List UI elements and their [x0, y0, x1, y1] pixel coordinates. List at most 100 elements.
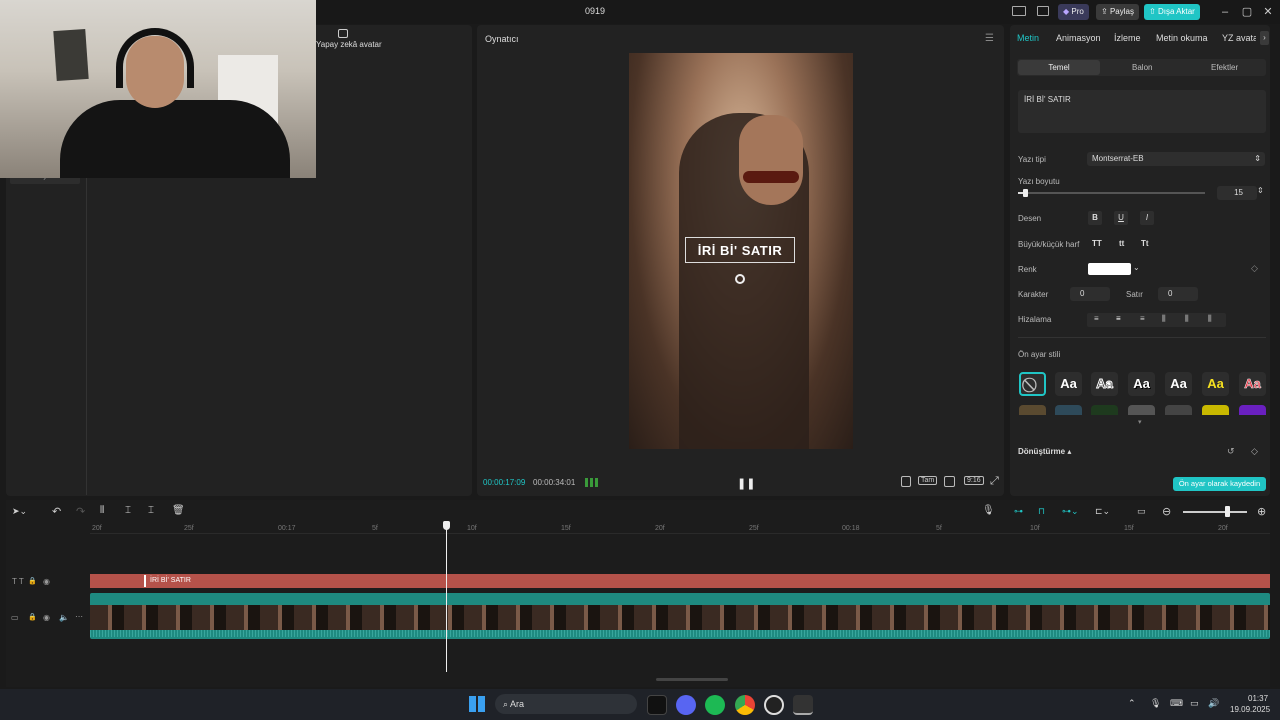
clock-time[interactable]: 01:37	[1248, 694, 1268, 703]
link-main-track-icon[interactable]: ⊶	[1014, 506, 1023, 517]
crop-icon[interactable]	[944, 476, 955, 487]
text-content-field[interactable]: İRİ Bİ' SATIR	[1018, 90, 1266, 133]
preset-2g[interactable]	[1239, 405, 1266, 415]
close-icon[interactable]: ✕	[1261, 5, 1275, 19]
uppercase-button[interactable]: TT	[1092, 239, 1102, 248]
split-icon[interactable]: ⫴	[100, 505, 104, 516]
redo-icon[interactable]: ↷	[76, 505, 85, 518]
select-tool-icon[interactable]: ➤⌄	[12, 506, 27, 517]
size-input[interactable]: 15	[1217, 186, 1257, 200]
italic-button[interactable]: I	[1140, 211, 1154, 225]
align-left-icon[interactable]: ≡	[1094, 314, 1099, 323]
lock-icon[interactable]: 🔒	[28, 577, 37, 585]
line-spacing-input[interactable]: 0	[1158, 287, 1198, 301]
tabs-next-icon[interactable]: ›	[1260, 31, 1269, 45]
preset-2c[interactable]	[1091, 405, 1118, 415]
align-center-icon[interactable]: ≡	[1116, 314, 1121, 323]
subtab-temel[interactable]: Temel	[1018, 60, 1100, 75]
share-button[interactable]: ⇪ Paylaş	[1096, 4, 1139, 20]
tab-izleme[interactable]: İzleme	[1114, 33, 1141, 43]
zoom-slider-track[interactable]	[1183, 511, 1247, 513]
fullscreen-icon[interactable]: ⤢	[990, 475, 999, 488]
underline-button[interactable]: U	[1114, 211, 1128, 225]
layout-icon[interactable]	[1012, 6, 1026, 16]
tray-keyboard-icon[interactable]: ⌨	[1170, 698, 1183, 709]
subtab-efektler[interactable]: Efektler	[1211, 63, 1238, 72]
preset-2e[interactable]	[1165, 405, 1192, 415]
video-preview[interactable]: İRİ Bİ' SATIR	[629, 53, 853, 449]
tab-animasyon[interactable]: Animasyon	[1056, 33, 1101, 43]
color-swatch[interactable]	[1088, 263, 1131, 275]
zoom-slider-handle[interactable]	[1225, 506, 1230, 517]
preset-2a[interactable]	[1019, 405, 1046, 415]
zoom-in-icon[interactable]: ⊕	[1257, 505, 1266, 518]
tray-wifi-icon[interactable]: ▭	[1190, 698, 1199, 709]
chrome-icon[interactable]	[735, 695, 755, 715]
preset-outline[interactable]: Aa	[1091, 372, 1118, 396]
align-vbottom-icon[interactable]: ⫼	[1208, 314, 1212, 324]
preset-shadow[interactable]: Aa	[1128, 372, 1155, 396]
save-preset-button[interactable]: Ön ayar olarak kaydedin	[1173, 477, 1266, 491]
text-overlay-box[interactable]: İRİ Bİ' SATIR	[685, 237, 795, 263]
undo-icon[interactable]: ↶	[52, 505, 61, 518]
size-stepper-icon[interactable]: ⇕	[1257, 186, 1264, 195]
delete-icon[interactable]: 🗑	[172, 505, 185, 516]
bold-button[interactable]: B	[1088, 211, 1102, 225]
video-lock-icon[interactable]: 🔒	[28, 613, 37, 621]
color-dropdown-icon[interactable]: ⌄	[1133, 263, 1140, 272]
font-select[interactable]: Montserrat-EB ⇕	[1087, 152, 1265, 166]
zoom-out-icon[interactable]: ⊖	[1162, 505, 1171, 518]
tab-metin-okuma[interactable]: Metin okuma	[1156, 33, 1208, 43]
minimize-icon[interactable]: –	[1218, 5, 1232, 19]
size-slider-handle[interactable]	[1023, 189, 1028, 197]
pause-button[interactable]: ❚❚	[737, 477, 755, 490]
preset-white[interactable]: Aa	[1055, 372, 1082, 396]
subtab-balon[interactable]: Balon	[1132, 63, 1152, 72]
spotify-icon[interactable]	[705, 695, 725, 715]
shortcut-icon[interactable]	[1037, 6, 1049, 16]
split-right-icon[interactable]: ⌶	[148, 505, 154, 516]
video-eye-icon[interactable]: ◉	[43, 613, 50, 622]
preset-2d[interactable]	[1128, 405, 1155, 415]
music-app-icon[interactable]	[647, 695, 667, 715]
transform-header[interactable]: Dönüştürme ▴	[1018, 447, 1071, 456]
windows-start-icon[interactable]	[469, 696, 485, 712]
preset-none[interactable]: ⃠	[1019, 372, 1046, 396]
playhead-line[interactable]	[446, 525, 447, 672]
timeline-ruler[interactable]	[90, 522, 1270, 534]
discord-icon[interactable]	[676, 695, 696, 715]
tab-yz-avatar[interactable]: YZ avata	[1222, 33, 1256, 43]
titlecase-button[interactable]: Tt	[1141, 239, 1149, 248]
ai-avatar-label[interactable]: Yapay zekâ avatar	[316, 40, 382, 49]
menu-icon[interactable]: ☰	[985, 33, 994, 44]
eye-icon[interactable]: ◉	[43, 577, 50, 586]
full-quality-button[interactable]: Tam	[918, 476, 938, 485]
preset-yellow[interactable]: Aa	[1202, 372, 1229, 396]
align-right-icon[interactable]: ≡	[1140, 314, 1145, 323]
timeline-scrollbar[interactable]	[656, 678, 728, 681]
preview-axis-icon[interactable]: ⊏⌄	[1095, 506, 1110, 517]
export-button[interactable]: ⇧ Dışa Aktar	[1144, 4, 1200, 20]
ai-avatar-icon[interactable]	[338, 29, 348, 38]
speaker-icon[interactable]: 🔈	[59, 613, 69, 622]
rotate-handle-icon[interactable]	[735, 274, 745, 284]
size-slider-track[interactable]	[1018, 192, 1205, 194]
microphone-icon[interactable]: 🎙	[982, 505, 995, 516]
keyframe-icon[interactable]: ◇	[1251, 263, 1258, 274]
tray-mic-icon[interactable]: 🎙	[1150, 698, 1161, 709]
align-vtop-icon[interactable]: ⫼	[1162, 314, 1166, 324]
tray-chevron-icon[interactable]: ⌃	[1128, 698, 1136, 709]
preset-2f[interactable]	[1202, 405, 1229, 415]
taskbar-search[interactable]: ⌕ Ara	[495, 694, 637, 714]
maximize-icon[interactable]: ▢	[1240, 5, 1254, 19]
pro-button[interactable]: ◆ Pro	[1058, 4, 1089, 20]
preset-red[interactable]: Aa	[1239, 372, 1266, 396]
preset-2b[interactable]	[1055, 405, 1082, 415]
align-vcenter-icon[interactable]: ⫼	[1185, 314, 1189, 324]
playhead-handle[interactable]	[443, 521, 450, 530]
obs-icon[interactable]	[764, 695, 784, 715]
capcut-icon[interactable]	[793, 695, 813, 715]
ratio-button[interactable]: 9:16	[964, 476, 984, 485]
transform-keyframe-icon[interactable]: ◇	[1251, 446, 1258, 457]
reset-icon[interactable]: ↺	[1227, 446, 1235, 457]
